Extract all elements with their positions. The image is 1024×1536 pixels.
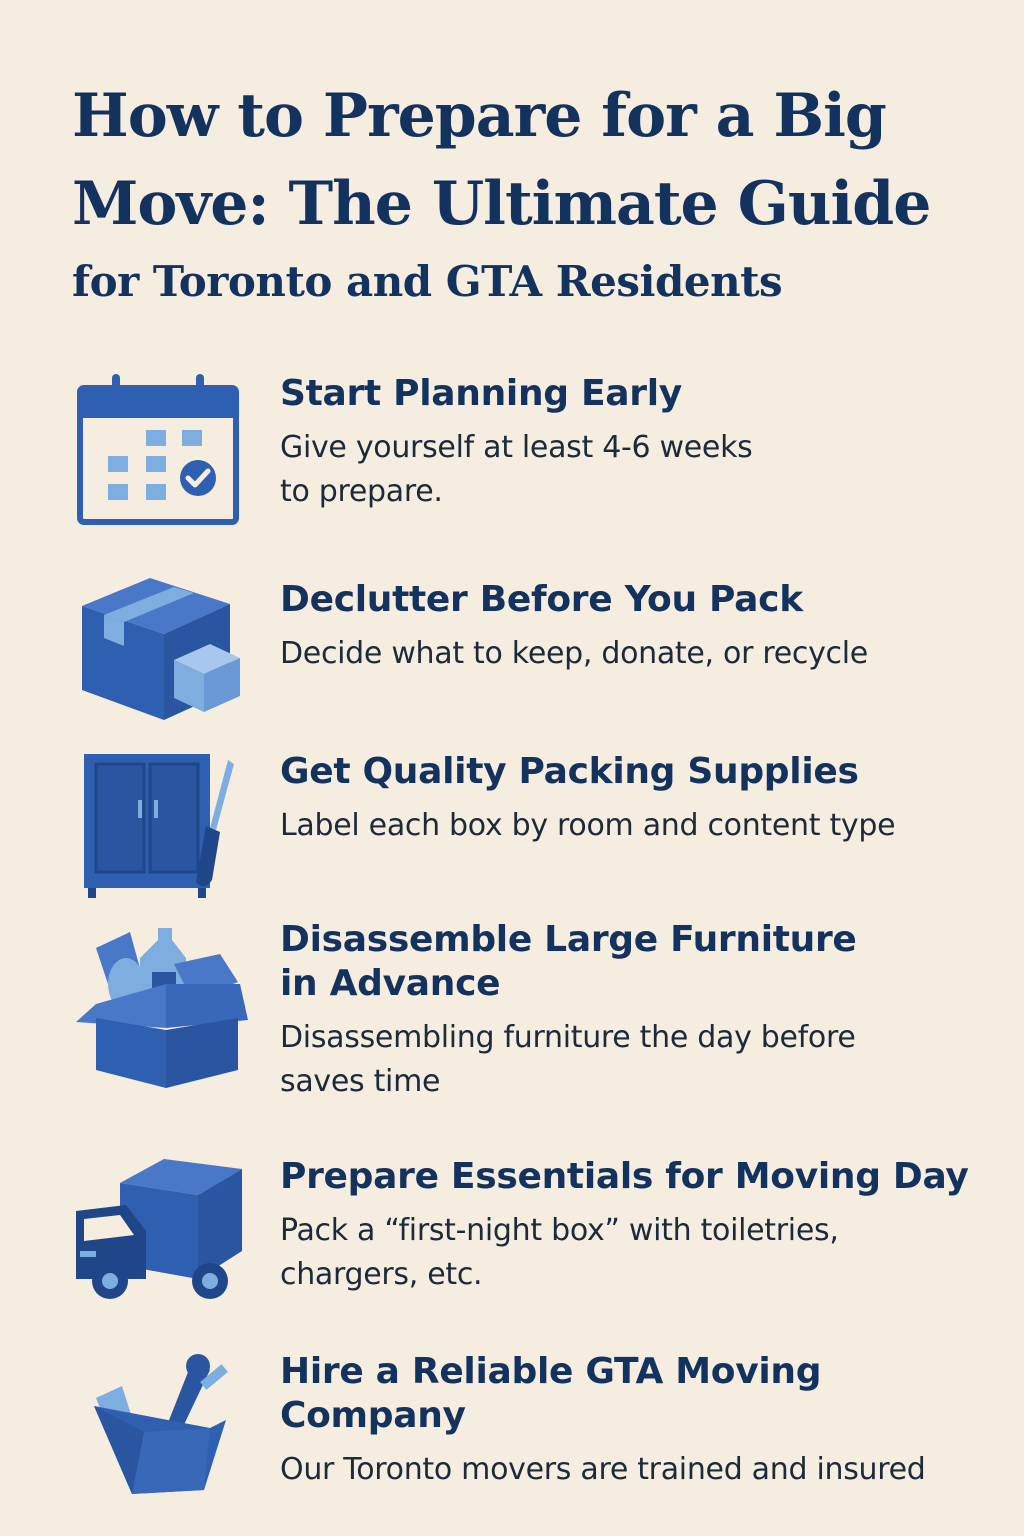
step-title: Get Quality Packing Supplies [280,751,859,792]
cabinet-screwdriver-icon [74,750,244,904]
step-title: Prepare Essentials for Moving Day [280,1156,969,1197]
open-box-icon [74,918,254,1102]
step-title: Declutter Before You Pack [280,579,803,620]
step-description: Give yourself at least 4-6 weeks to prep… [280,430,753,509]
step-description: Pack a “first-night box” with toiletries… [280,1213,839,1292]
step-description: Disassembling furniture the day before s… [280,1020,856,1099]
title-line-2: Move: The Ultimate Guide [72,169,931,239]
step-title: Disassemble Large Furniture in Advance [280,919,857,1004]
calendar-icon [74,372,244,536]
step-title: Hire a Reliable GTA Moving Company [280,1351,822,1436]
page-subtitle: for Toronto and GTA Residents [72,257,783,306]
title-line-1: How to Prepare for a Big [72,81,887,151]
boxes-icon [74,578,244,732]
moving-truck-icon [74,1155,249,1309]
step-title: Start Planning Early [280,373,682,414]
step-description: Label each box by room and content type [280,808,896,843]
step-description: Decide what to keep, donate, or recycle [280,636,868,671]
tools-box-icon [74,1350,244,1504]
page-title: How to Prepare for a Big Move: The Ultim… [72,72,1012,248]
step-description: Our Toronto movers are trained and insur… [280,1452,926,1487]
